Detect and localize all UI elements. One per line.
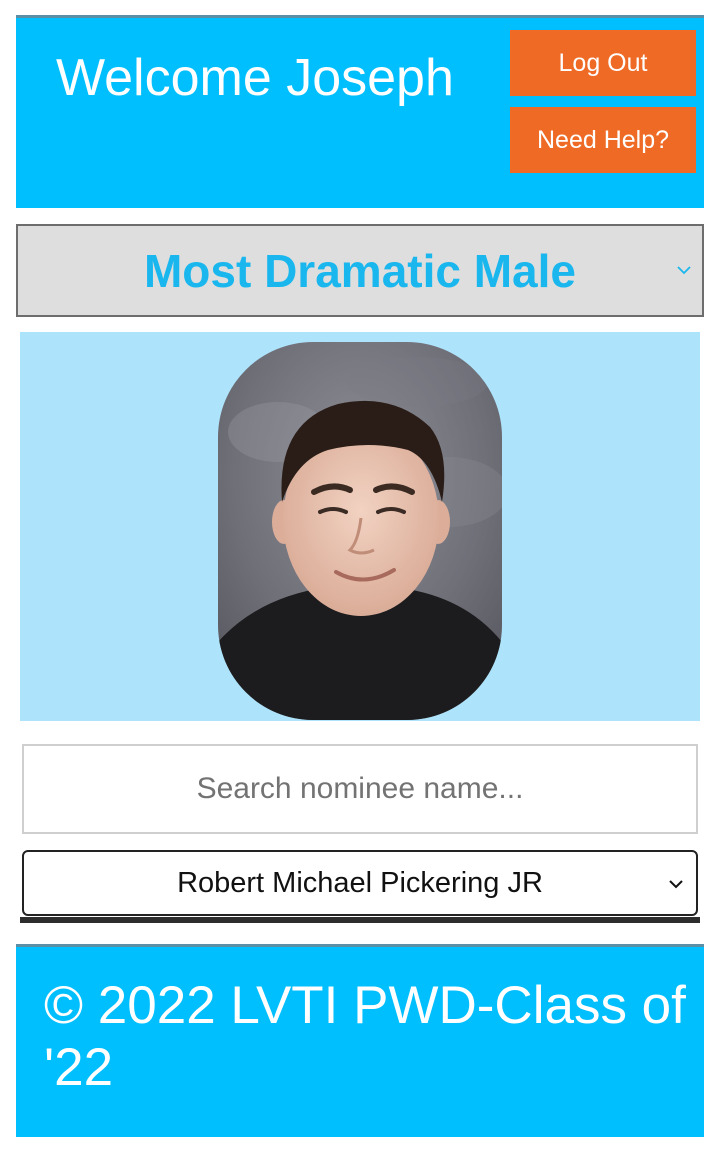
nominee-search-input[interactable] xyxy=(22,744,698,834)
chevron-down-icon xyxy=(677,266,691,275)
category-select[interactable]: Most Dramatic Male xyxy=(16,224,704,317)
welcome-title: Welcome Joseph xyxy=(56,49,454,107)
footer-copyright: © 2022 LVTI PWD-Class of '22 xyxy=(44,976,686,1097)
category-selected-label: Most Dramatic Male xyxy=(143,244,576,297)
logout-button[interactable]: Log Out xyxy=(510,30,696,96)
nominee-select[interactable]: Robert Michael Pickering JR xyxy=(22,850,698,916)
nominee-selected-label: Robert Michael Pickering JR xyxy=(177,866,543,899)
nominee-photo xyxy=(218,342,502,720)
page-footer: © 2022 LVTI PWD-Class of '22 xyxy=(16,944,704,1137)
chevron-down-icon xyxy=(669,880,683,889)
page-header: Welcome Joseph Log Out Need Help? xyxy=(16,15,704,208)
divider xyxy=(20,917,700,923)
need-help-button[interactable]: Need Help? xyxy=(510,107,696,173)
nominee-photo-panel xyxy=(20,332,700,721)
